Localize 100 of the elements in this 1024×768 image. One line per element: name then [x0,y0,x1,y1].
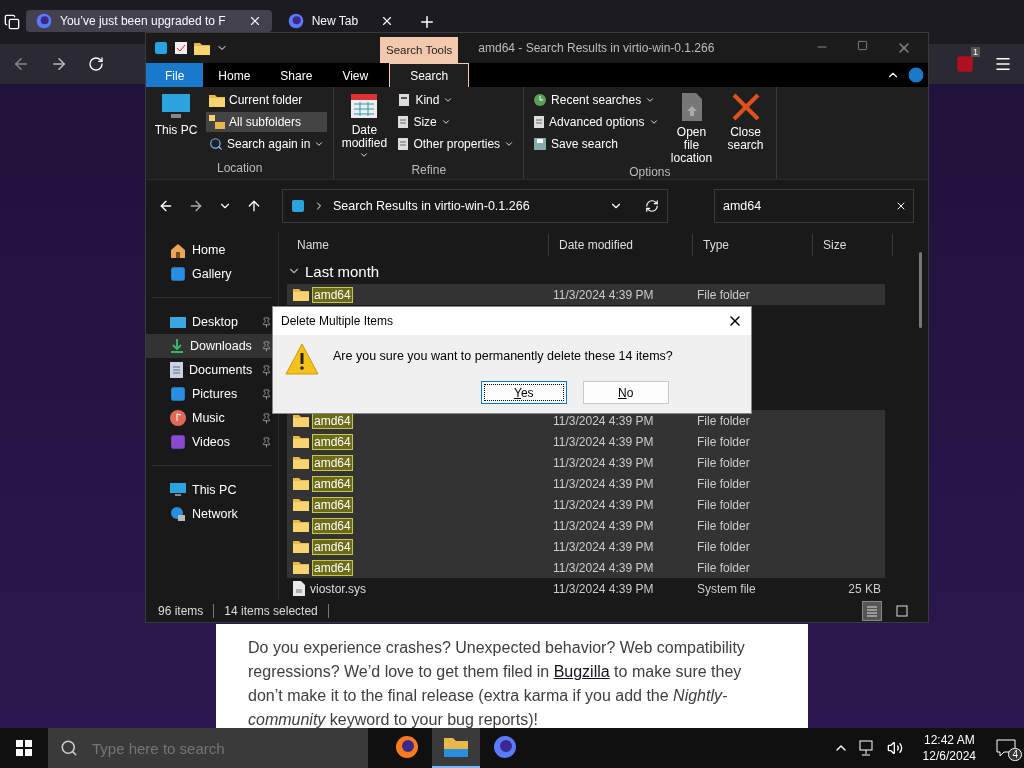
menu-icon[interactable] [994,55,1012,73]
file-row[interactable]: amd64 11/3/2024 4:39 PM File folder [287,431,885,452]
file-row[interactable]: viostor.sys 11/3/2024 4:39 PM System file 25 KB [287,578,885,599]
column-header[interactable]: Type [693,234,813,256]
folder-icon [293,477,309,490]
ribbon-button[interactable]: Other properties [394,134,518,154]
clock[interactable]: 12:42 AM 12/6/2024 [922,732,976,764]
pin-icon [261,412,272,424]
up-icon[interactable] [246,198,262,214]
search-results-icon [291,199,305,213]
dialog-button[interactable]: Yes [480,381,567,404]
ribbon-button[interactable]: Size [394,112,518,132]
search-icon [209,137,223,151]
file-row[interactable]: amd64 11/3/2024 4:39 PM File folder [287,452,885,473]
forward-icon[interactable] [50,55,68,73]
ribbon-button[interactable]: Advanced options [530,112,662,132]
search-input[interactable]: amd64 [721,198,895,214]
file-row[interactable]: amd64 11/3/2024 4:39 PM File folder [287,284,885,305]
ribbon-button[interactable]: Current folder [206,90,328,110]
notification-icon[interactable] [996,739,1016,757]
browser-tab[interactable]: You’ve just been upgraded to F [26,10,272,32]
taskbar-app[interactable] [432,728,480,768]
windows-logo-icon [16,740,32,756]
file-row[interactable]: amd64 11/3/2024 4:39 PM File folder [287,515,885,536]
column-header[interactable]: Date modified [549,234,693,256]
file-row[interactable]: amd64 11/3/2024 4:39 PM File folder [287,494,885,515]
ribbon-button[interactable]: Recent searches [530,90,662,110]
properties-icon[interactable] [174,41,188,55]
image-icon [170,266,186,282]
folder-icon [293,519,309,532]
sidebar-item[interactable]: Videos [146,430,278,454]
folder-icon [293,540,309,553]
dialog-button[interactable]: No [582,381,669,404]
forward-icon[interactable] [188,198,204,214]
file-row[interactable]: amd64 11/3/2024 4:39 PM File folder [287,473,885,494]
ribbon-button[interactable]: Close search [721,90,770,165]
back-icon[interactable] [158,198,174,214]
sidebar-item[interactable]: Home [146,238,278,262]
sidebar-item[interactable]: Gallery [146,262,278,286]
refresh-icon[interactable] [645,199,659,213]
pin-icon [261,388,272,400]
folder-icon [444,737,468,757]
address-bar[interactable]: Search Results in virtio-win-0.1.266 [282,189,668,223]
ribbon-button[interactable]: Search again in [206,134,328,154]
column-header[interactable]: Size [813,234,893,256]
column-header[interactable]: Name [287,234,549,256]
folder-icon [293,498,309,511]
ribbon-button[interactable]: Save search [530,134,662,154]
group-header[interactable]: Last month [287,258,928,284]
sidebar-item[interactable]: This PC [146,478,278,502]
ribbon-button[interactable]: Date modified [340,90,389,163]
taskbar-search-field[interactable]: Type here to search [48,728,368,768]
folder-icon [293,435,309,448]
caret-icon [314,139,325,149]
ribbon-tab[interactable]: Share [265,63,328,87]
ribbon-group-label: Refine [410,163,448,179]
dialog-message: Are you sure you want to permanently delete these 14 items? [333,349,673,363]
ribbon-tab[interactable]: File [146,63,204,87]
caret-icon [645,95,656,105]
tab-list-icon[interactable] [4,14,20,30]
address-text: Search Results in virtio-win-0.1.266 [333,199,531,213]
browser-logo-icon [493,735,517,759]
browser-tab[interactable]: New Tab [277,10,405,32]
sidebar-item[interactable]: Network [146,502,278,526]
taskbar-search-input[interactable]: Type here to search [90,738,368,758]
file-row[interactable]: amd64 11/3/2024 4:39 PM File folder [287,536,885,557]
ribbon-tab[interactable]: Home [203,63,266,87]
bugzilla-link[interactable]: Bugzilla [553,663,610,680]
folder-icon [293,456,309,469]
list-icon [866,604,878,617]
ribbon-group-label: Location [216,161,264,177]
file-icon [293,581,305,596]
caret-icon [440,117,451,127]
ribbon-button[interactable]: Open file location [667,90,716,165]
browser-logo-icon [36,13,52,29]
notification-count: 4 [1008,748,1022,761]
caret-icon [504,139,515,149]
warning-icon [285,343,319,375]
reload-icon[interactable] [88,56,104,72]
item-count: 96 items [158,603,204,618]
speaker-icon[interactable] [886,740,903,756]
ribbon-tab[interactable]: Search [389,63,470,87]
ribbon-tab[interactable]: View [327,63,384,87]
monitor-icon [170,315,186,329]
dialog-title: Delete Multiple Items [281,314,395,328]
monitor-icon [170,483,186,497]
folders-icon [209,115,225,129]
search-field[interactable]: amd64 [714,189,914,223]
article-paragraph: Do you experience crashes? Unexpected behavior? Web compatibility regressions? We’d love to get them filed in Bugzilla to make sure they don’t make it to the final release (extra karma if you add the Nightly-community keyword to your bug reports)! [248,638,746,728]
pin-icon [261,364,272,376]
maximize-icon[interactable] [857,40,868,51]
ribbon-button[interactable]: Kind [394,90,518,110]
context-tab-label: Search Tools [380,37,459,63]
scrollbar[interactable] [919,252,922,328]
file-row[interactable]: amd64 11/3/2024 4:39 PM File folder [287,557,885,578]
ribbon-button[interactable]: This PC [152,90,200,161]
clear-icon[interactable] [895,200,907,212]
details-view-button[interactable] [862,600,882,621]
ribbon-button[interactable]: All subfolders [206,112,328,132]
sidebar-item[interactable]: Music [146,406,278,430]
